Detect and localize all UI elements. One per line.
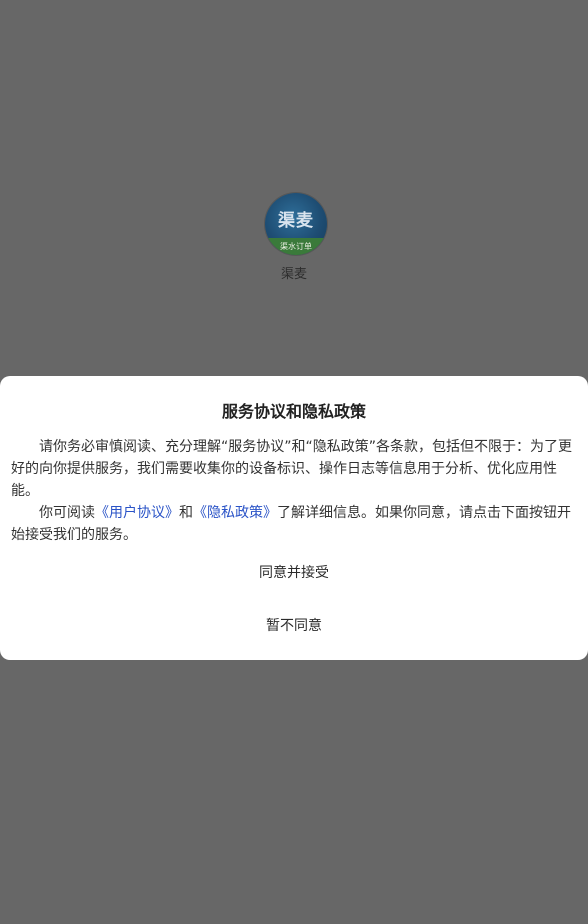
app-logo: 渠麦 渠水订单	[265, 193, 327, 255]
privacy-policy-link[interactable]: 《隐私政策》	[193, 505, 277, 521]
logo-text: 渠麦	[278, 211, 314, 231]
dialog-paragraph-1: 请你务必审慎阅读、充分理解“服务协议”和“隐私政策”各条款，包括但不限于：为了更…	[11, 439, 573, 499]
agree-button[interactable]: 同意并接受	[0, 556, 588, 590]
dialog-body: 请你务必审慎阅读、充分理解“服务协议”和“隐私政策”各条款，包括但不限于：为了更…	[11, 436, 581, 546]
user-agreement-link[interactable]: 《用户协议》	[95, 505, 179, 521]
logo-subtitle: 渠水订单	[280, 242, 312, 251]
disagree-button[interactable]: 暂不同意	[0, 609, 588, 643]
app-name: 渠麦	[280, 267, 307, 282]
para2-and: 和	[179, 505, 193, 521]
privacy-dialog: 服务协议和隐私政策 请你务必审慎阅读、充分理解“服务协议”和“隐私政策”各条款，…	[0, 376, 588, 660]
dialog-title: 服务协议和隐私政策	[221, 402, 366, 421]
para2-prefix: 你可阅读	[39, 505, 95, 521]
dialog-paragraph-2: 你可阅读《用户协议》和《隐私政策》了解详细信息。如果你同意，请点击下面按钮开始接…	[11, 502, 581, 546]
